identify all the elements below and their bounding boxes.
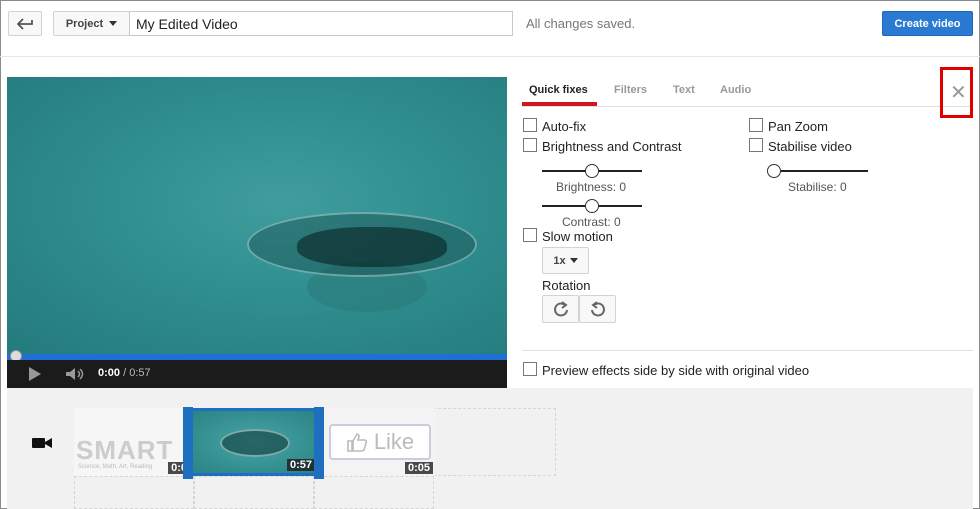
preview-side-by-side-label: Preview effects side by side with origin… bbox=[542, 363, 810, 378]
rotate-clockwise-icon bbox=[553, 301, 568, 317]
brightness-contrast-label: Brightness and Contrast bbox=[542, 139, 682, 154]
clip-duration: 0:57 bbox=[286, 459, 315, 471]
speed-value: 1x bbox=[553, 254, 566, 267]
tab-audio[interactable]: Audio bbox=[720, 84, 751, 96]
create-video-button[interactable]: Create video bbox=[882, 11, 973, 36]
duration: 0:57 bbox=[129, 367, 151, 379]
time-display: 0:00 / 0:57 bbox=[98, 367, 151, 379]
trim-handle-left[interactable] bbox=[183, 407, 193, 479]
slow-motion-label: Slow motion bbox=[542, 229, 613, 244]
clip-thumbnail-like: Like bbox=[329, 424, 431, 460]
tab-text[interactable]: Text bbox=[673, 84, 695, 96]
effects-tabs: Quick fixes Filters Text Audio bbox=[522, 80, 973, 107]
save-status: All changes saved. bbox=[526, 16, 636, 31]
project-title-input[interactable] bbox=[129, 11, 513, 36]
trim-handle-right[interactable] bbox=[314, 407, 324, 479]
timeline-clip[interactable]: Like 0:05 bbox=[317, 408, 435, 476]
close-icon[interactable]: ✕ bbox=[950, 80, 967, 105]
contrast-value-label: Contrast: 0 bbox=[562, 215, 621, 229]
rotate-counterclockwise-icon bbox=[590, 301, 605, 317]
timeline-track-slot bbox=[314, 476, 434, 509]
pan-zoom-label: Pan Zoom bbox=[768, 119, 828, 134]
clip-duration: 0:05 bbox=[404, 462, 433, 474]
chevron-down-icon bbox=[569, 258, 578, 263]
play-icon[interactable] bbox=[29, 367, 41, 381]
clip-thumbnail-logo: SMART bbox=[76, 435, 174, 465]
chevron-down-icon bbox=[109, 21, 118, 26]
project-label: Project bbox=[65, 17, 104, 30]
brightness-contrast-checkbox[interactable] bbox=[523, 138, 537, 152]
contrast-slider-handle[interactable] bbox=[585, 199, 599, 213]
divider bbox=[522, 350, 973, 351]
stabilise-label: Stabilise video bbox=[768, 139, 852, 154]
like-text: Like bbox=[373, 429, 415, 454]
video-camera-icon bbox=[32, 438, 52, 448]
back-arrow-icon bbox=[17, 17, 33, 30]
active-tab-indicator bbox=[522, 102, 597, 106]
volume-icon[interactable] bbox=[65, 367, 87, 381]
stabilise-value-label: Stabilise: 0 bbox=[788, 180, 847, 194]
clip-thumbnail-subtitle: Science, Math, Art, Reading bbox=[78, 464, 153, 470]
video-content bbox=[297, 227, 447, 267]
rotate-counterclockwise-button[interactable] bbox=[579, 295, 616, 323]
thumbs-up-icon bbox=[347, 433, 367, 452]
project-menu-button[interactable]: Project bbox=[53, 11, 130, 36]
stabilise-slider-handle[interactable] bbox=[767, 164, 781, 178]
current-time: 0:00 bbox=[98, 367, 121, 379]
rotate-clockwise-button[interactable] bbox=[542, 295, 579, 323]
tab-filters[interactable]: Filters bbox=[614, 84, 647, 96]
stabilise-checkbox[interactable] bbox=[749, 138, 763, 152]
slow-motion-checkbox[interactable] bbox=[523, 228, 537, 242]
brightness-value-label: Brightness: 0 bbox=[556, 180, 627, 194]
preview-side-by-side-checkbox[interactable] bbox=[523, 362, 537, 376]
stabilise-slider[interactable] bbox=[768, 170, 868, 172]
autofix-label: Auto-fix bbox=[542, 119, 587, 134]
brightness-slider-handle[interactable] bbox=[585, 164, 599, 178]
timeline-clip[interactable]: SMART Science, Math, Art, Reading 0:0 bbox=[74, 408, 192, 476]
autofix-checkbox[interactable] bbox=[523, 118, 537, 132]
pan-zoom-checkbox[interactable] bbox=[749, 118, 763, 132]
speed-select[interactable]: 1x bbox=[542, 247, 589, 274]
video-frame bbox=[7, 77, 507, 354]
back-button[interactable] bbox=[8, 11, 42, 36]
clip-thumbnail bbox=[220, 429, 290, 457]
time-separator: / bbox=[120, 367, 130, 379]
tab-quick-fixes[interactable]: Quick fixes bbox=[529, 84, 588, 96]
timeline-track-slot bbox=[194, 476, 314, 509]
timeline-clip-selected[interactable]: 0:57 bbox=[190, 408, 317, 476]
top-bar: Project All changes saved. Create video bbox=[0, 0, 980, 57]
timeline-track-slot bbox=[74, 476, 194, 509]
rotation-label: Rotation bbox=[542, 278, 591, 293]
player-controls: 0:00 / 0:57 bbox=[7, 360, 507, 388]
video-player[interactable]: 0:00 / 0:57 bbox=[7, 77, 507, 388]
